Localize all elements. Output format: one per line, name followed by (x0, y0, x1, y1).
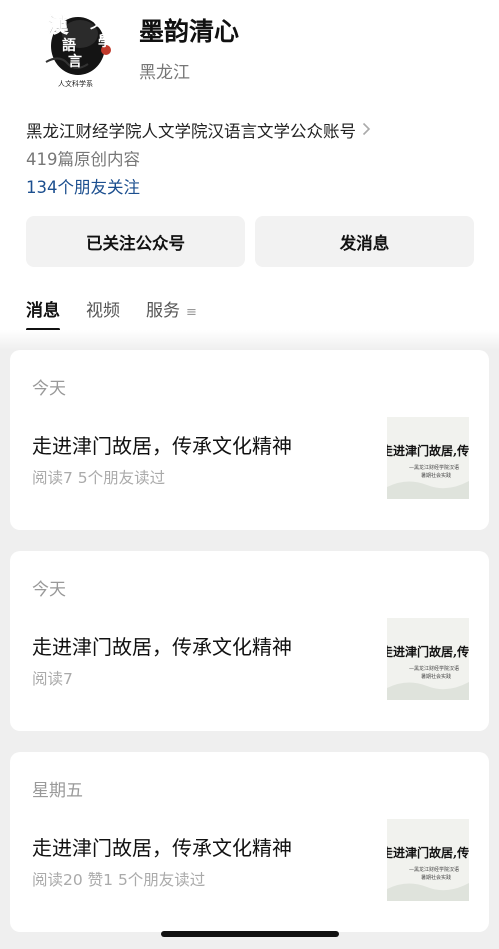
account-description: 黑龙江财经学院人文学院汉语言文学公众账号 (26, 122, 356, 141)
article-thumbnail[interactable]: 走进津门故居,传承文化 —黑龙江财经学院汉语 暑期社会实践 (387, 819, 469, 901)
account-header: 漢 文 學 語 言 人文科学系 墨韵清心 黑龙江 黑龙江财经学院人文学院汉语言文… (0, 0, 499, 340)
home-indicator[interactable] (161, 931, 339, 937)
article-title[interactable]: 走进津门故居，传承文化精神 (32, 631, 292, 660)
article-card[interactable]: 星期五 走进津门故居，传承文化精神 阅读20 赞1 5个朋友读过 走进津门故居,… (10, 752, 489, 932)
logo-char-wen: 文 (90, 15, 105, 32)
content-tabs: 消息 视频 服务 ≡ (26, 296, 223, 331)
tab-videos-label: 视频 (86, 301, 120, 321)
thumb-title: 走进津门故居,传承文化 (387, 845, 469, 860)
article-card[interactable]: 今天 走进津门故居，传承文化精神 阅读7 5个朋友读过 走进津门故居,传承文化 … (10, 350, 489, 530)
thumb-subtitle-1: —黑龙江财经学院汉语 (409, 866, 459, 873)
tab-messages-label: 消息 (26, 301, 60, 321)
account-logo-icon[interactable]: 漢 文 學 語 言 人文科学系 (40, 6, 118, 92)
logo-char-yan: 言 (68, 53, 82, 70)
account-description-row[interactable]: 黑龙江财经学院人文学院汉语言文学公众账号 (26, 117, 466, 143)
menu-lines-icon: ≡ (186, 305, 197, 320)
thumb-title: 走进津门故居,传承文化 (387, 443, 469, 458)
article-thumbnail[interactable]: 走进津门故居,传承文化 —黑龙江财经学院汉语 暑期社会实践 (387, 417, 469, 499)
article-meta: 阅读7 (32, 670, 73, 688)
tab-messages[interactable]: 消息 (26, 296, 60, 331)
logo-char-xue: 學 (98, 34, 112, 50)
original-count: 419篇原创内容 (26, 150, 140, 169)
logo-char-han: 漢 (48, 13, 69, 37)
article-date: 星期五 (32, 781, 83, 801)
tab-services[interactable]: 服务 ≡ (146, 296, 197, 327)
article-date: 今天 (32, 580, 66, 600)
thumb-subtitle-2: 暑期社会实践 (421, 472, 451, 479)
article-thumbnail[interactable]: 走进津门故居,传承文化 —黑龙江财经学院汉语 暑期社会实践 (387, 618, 469, 700)
article-card[interactable]: 今天 走进津门故居，传承文化精神 阅读7 走进津门故居,传承文化 —黑龙江财经学… (10, 551, 489, 731)
logo-subtitle: 人文科学系 (58, 79, 93, 88)
send-message-button[interactable]: 发消息 (255, 216, 474, 267)
logo-char-yu: 語 (62, 37, 76, 54)
chevron-right-icon (362, 121, 371, 140)
message-feed[interactable]: 今天 走进津门故居，传承文化精神 阅读7 5个朋友读过 走进津门故居,传承文化 … (0, 330, 499, 949)
article-date: 今天 (32, 379, 66, 399)
article-meta: 阅读7 5个朋友读过 (32, 469, 166, 487)
thumb-subtitle-2: 暑期社会实践 (421, 673, 451, 680)
account-name: 墨韵清心 (139, 17, 240, 46)
thumb-subtitle-1: —黑龙江财经学院汉语 (409, 464, 459, 471)
tab-videos[interactable]: 视频 (86, 296, 120, 327)
account-region: 黑龙江 (139, 63, 190, 83)
thumb-subtitle-2: 暑期社会实践 (421, 874, 451, 881)
article-meta: 阅读20 赞1 5个朋友读过 (32, 871, 206, 889)
tab-services-label: 服务 (146, 301, 180, 321)
followed-button[interactable]: 已关注公众号 (26, 216, 245, 267)
thumb-subtitle-1: —黑龙江财经学院汉语 (409, 665, 459, 672)
article-title[interactable]: 走进津门故居，传承文化精神 (32, 832, 292, 861)
friends-following-link[interactable]: 134个朋友关注 (26, 174, 140, 198)
article-title[interactable]: 走进津门故居，传承文化精神 (32, 430, 292, 459)
thumb-title: 走进津门故居,传承文化 (387, 644, 469, 659)
